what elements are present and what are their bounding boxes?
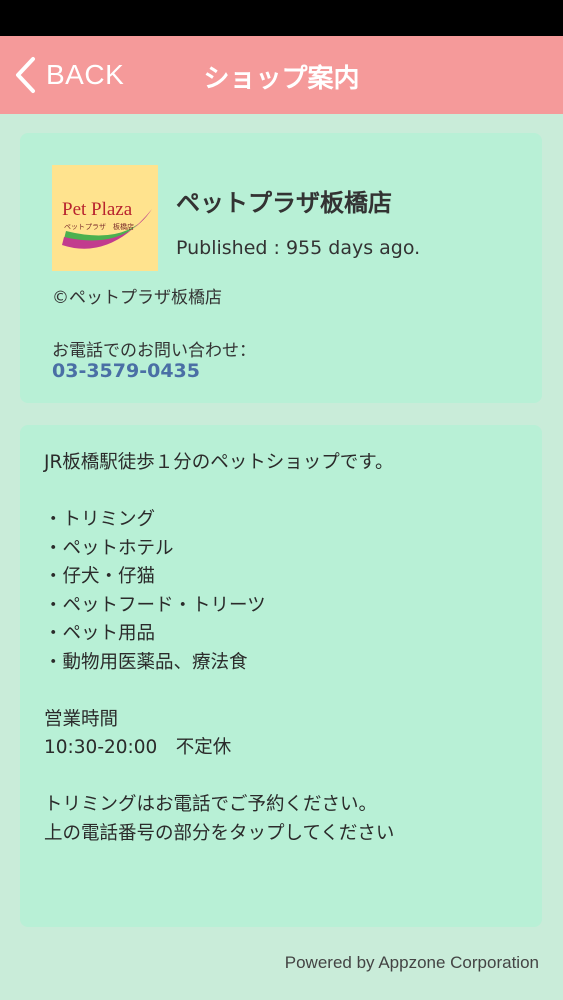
copyright-text: ©ペットプラザ板橋店 — [52, 288, 222, 308]
shop-logo: Pet Plaza ペットプラザ 板橋店 — [52, 165, 158, 271]
description-line: トリミングはお電話でご予約ください。 — [44, 794, 378, 815]
description-line: 上の電話番号の部分をタップしてください — [44, 822, 395, 844]
description-line: ・仔犬・仔猫 — [44, 566, 156, 587]
published-info: Published : 955 days ago. — [176, 237, 421, 259]
description-line: 営業時間 — [44, 708, 119, 730]
svg-text:Pet Plaza: Pet Plaza — [62, 199, 133, 220]
shop-info-card: Pet Plaza ペットプラザ 板橋店 ペットプラザ板橋店 Published… — [20, 133, 542, 403]
shop-description-card: JR板橋駅徒歩１分のペットショップです。 ・トリミング ・ペットホテル ・仔犬・… — [20, 425, 542, 927]
powered-by-footer: Powered by Appzone Corporation — [284, 953, 539, 972]
svg-text:ペットプラザ 板橋店: ペットプラザ 板橋店 — [64, 222, 134, 231]
page-title: ショップ案内 — [203, 64, 360, 94]
description-text: JR板橋駅徒歩１分のペットショップです。 ・トリミング ・ペットホテル ・仔犬・… — [44, 449, 522, 848]
description-line: JR板橋駅徒歩１分のペットショップです。 — [44, 452, 394, 473]
phone-label: お電話でのお問い合わせ： — [52, 341, 256, 361]
phone-number-link[interactable]: 03-3579-0435 — [52, 360, 200, 382]
description-line: ・ペットフード・トリーツ — [44, 594, 266, 616]
description-line: ・ペット用品 — [44, 623, 156, 644]
description-line — [44, 677, 522, 706]
description-line: 10:30-20:00 不定休 — [44, 737, 232, 758]
navigation-bar: BACK ショップ案内 — [0, 36, 563, 114]
description-line: ・ペットホテル — [44, 537, 174, 559]
status-bar — [0, 0, 563, 36]
description-line — [44, 763, 522, 792]
description-line: ・動物用医薬品、療法食 — [44, 651, 248, 673]
description-line — [44, 478, 522, 507]
shop-name: ペットプラザ板橋店 — [176, 189, 392, 217]
description-line: ・トリミング — [44, 509, 156, 530]
